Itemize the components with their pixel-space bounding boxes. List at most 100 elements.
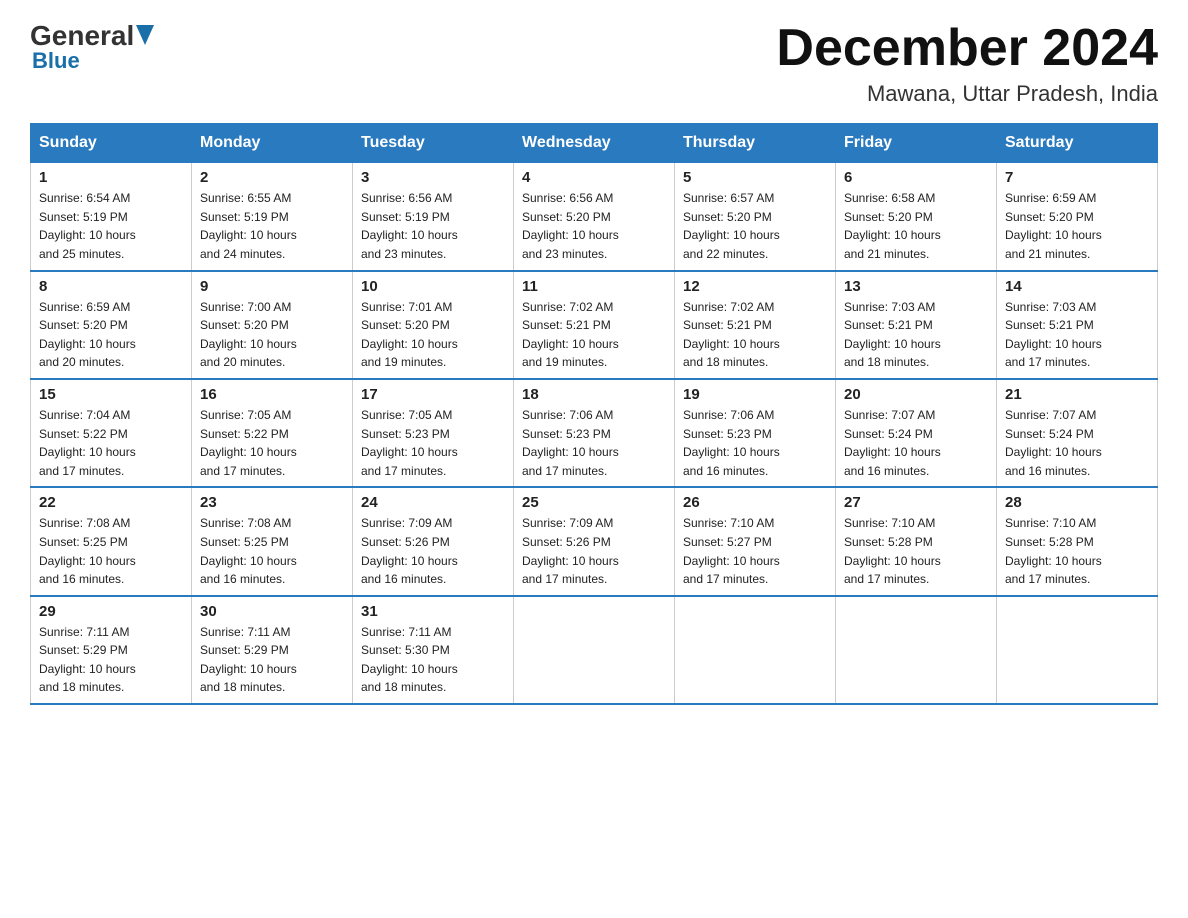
table-row: 27 Sunrise: 7:10 AM Sunset: 5:28 PM Dayl…: [836, 487, 997, 595]
calendar-week-row: 29 Sunrise: 7:11 AM Sunset: 5:29 PM Dayl…: [31, 596, 1158, 704]
table-row: 20 Sunrise: 7:07 AM Sunset: 5:24 PM Dayl…: [836, 379, 997, 487]
day-info: Sunrise: 7:08 AM Sunset: 5:25 PM Dayligh…: [200, 514, 344, 588]
calendar-week-row: 8 Sunrise: 6:59 AM Sunset: 5:20 PM Dayli…: [31, 271, 1158, 379]
day-number: 25: [522, 494, 666, 511]
day-info: Sunrise: 6:55 AM Sunset: 5:19 PM Dayligh…: [200, 189, 344, 263]
day-info: Sunrise: 6:59 AM Sunset: 5:20 PM Dayligh…: [39, 298, 183, 372]
day-number: 31: [361, 603, 505, 620]
day-info: Sunrise: 7:05 AM Sunset: 5:22 PM Dayligh…: [200, 406, 344, 480]
table-row: 16 Sunrise: 7:05 AM Sunset: 5:22 PM Dayl…: [192, 379, 353, 487]
table-row: 29 Sunrise: 7:11 AM Sunset: 5:29 PM Dayl…: [31, 596, 192, 704]
col-sunday: Sunday: [31, 124, 192, 163]
day-number: 18: [522, 386, 666, 403]
day-number: 9: [200, 278, 344, 295]
calendar-week-row: 1 Sunrise: 6:54 AM Sunset: 5:19 PM Dayli…: [31, 163, 1158, 271]
day-number: 3: [361, 169, 505, 186]
table-row: 26 Sunrise: 7:10 AM Sunset: 5:27 PM Dayl…: [675, 487, 836, 595]
day-info: Sunrise: 7:00 AM Sunset: 5:20 PM Dayligh…: [200, 298, 344, 372]
day-info: Sunrise: 7:06 AM Sunset: 5:23 PM Dayligh…: [522, 406, 666, 480]
calendar-table: Sunday Monday Tuesday Wednesday Thursday…: [30, 123, 1158, 705]
day-info: Sunrise: 7:06 AM Sunset: 5:23 PM Dayligh…: [683, 406, 827, 480]
table-row: 22 Sunrise: 7:08 AM Sunset: 5:25 PM Dayl…: [31, 487, 192, 595]
title-section: December 2024 Mawana, Uttar Pradesh, Ind…: [776, 20, 1158, 107]
day-number: 20: [844, 386, 988, 403]
day-info: Sunrise: 7:05 AM Sunset: 5:23 PM Dayligh…: [361, 406, 505, 480]
table-row: [514, 596, 675, 704]
table-row: 14 Sunrise: 7:03 AM Sunset: 5:21 PM Dayl…: [997, 271, 1158, 379]
day-info: Sunrise: 7:08 AM Sunset: 5:25 PM Dayligh…: [39, 514, 183, 588]
day-info: Sunrise: 7:07 AM Sunset: 5:24 PM Dayligh…: [844, 406, 988, 480]
table-row: [997, 596, 1158, 704]
table-row: 30 Sunrise: 7:11 AM Sunset: 5:29 PM Dayl…: [192, 596, 353, 704]
day-number: 5: [683, 169, 827, 186]
day-info: Sunrise: 7:10 AM Sunset: 5:27 PM Dayligh…: [683, 514, 827, 588]
month-title: December 2024: [776, 20, 1158, 77]
day-info: Sunrise: 7:01 AM Sunset: 5:20 PM Dayligh…: [361, 298, 505, 372]
table-row: 12 Sunrise: 7:02 AM Sunset: 5:21 PM Dayl…: [675, 271, 836, 379]
day-info: Sunrise: 6:54 AM Sunset: 5:19 PM Dayligh…: [39, 189, 183, 263]
table-row: 28 Sunrise: 7:10 AM Sunset: 5:28 PM Dayl…: [997, 487, 1158, 595]
logo-triangle-icon: [136, 25, 154, 45]
table-row: 3 Sunrise: 6:56 AM Sunset: 5:19 PM Dayli…: [353, 163, 514, 271]
table-row: 19 Sunrise: 7:06 AM Sunset: 5:23 PM Dayl…: [675, 379, 836, 487]
day-number: 2: [200, 169, 344, 186]
day-number: 16: [200, 386, 344, 403]
day-info: Sunrise: 7:07 AM Sunset: 5:24 PM Dayligh…: [1005, 406, 1149, 480]
day-info: Sunrise: 7:10 AM Sunset: 5:28 PM Dayligh…: [1005, 514, 1149, 588]
col-friday: Friday: [836, 124, 997, 163]
calendar-week-row: 15 Sunrise: 7:04 AM Sunset: 5:22 PM Dayl…: [31, 379, 1158, 487]
table-row: 24 Sunrise: 7:09 AM Sunset: 5:26 PM Dayl…: [353, 487, 514, 595]
day-info: Sunrise: 7:03 AM Sunset: 5:21 PM Dayligh…: [1005, 298, 1149, 372]
day-number: 30: [200, 603, 344, 620]
table-row: 23 Sunrise: 7:08 AM Sunset: 5:25 PM Dayl…: [192, 487, 353, 595]
day-number: 22: [39, 494, 183, 511]
day-info: Sunrise: 7:09 AM Sunset: 5:26 PM Dayligh…: [361, 514, 505, 588]
page-header: General Blue December 2024 Mawana, Uttar…: [30, 20, 1158, 107]
day-info: Sunrise: 7:02 AM Sunset: 5:21 PM Dayligh…: [522, 298, 666, 372]
day-number: 24: [361, 494, 505, 511]
day-number: 27: [844, 494, 988, 511]
table-row: 6 Sunrise: 6:58 AM Sunset: 5:20 PM Dayli…: [836, 163, 997, 271]
col-thursday: Thursday: [675, 124, 836, 163]
day-number: 11: [522, 278, 666, 295]
day-info: Sunrise: 6:57 AM Sunset: 5:20 PM Dayligh…: [683, 189, 827, 263]
day-info: Sunrise: 7:03 AM Sunset: 5:21 PM Dayligh…: [844, 298, 988, 372]
table-row: 7 Sunrise: 6:59 AM Sunset: 5:20 PM Dayli…: [997, 163, 1158, 271]
table-row: 5 Sunrise: 6:57 AM Sunset: 5:20 PM Dayli…: [675, 163, 836, 271]
table-row: 9 Sunrise: 7:00 AM Sunset: 5:20 PM Dayli…: [192, 271, 353, 379]
day-number: 10: [361, 278, 505, 295]
day-number: 26: [683, 494, 827, 511]
day-info: Sunrise: 7:10 AM Sunset: 5:28 PM Dayligh…: [844, 514, 988, 588]
day-number: 28: [1005, 494, 1149, 511]
day-number: 7: [1005, 169, 1149, 186]
location-title: Mawana, Uttar Pradesh, India: [776, 81, 1158, 107]
day-number: 15: [39, 386, 183, 403]
table-row: [675, 596, 836, 704]
calendar-week-row: 22 Sunrise: 7:08 AM Sunset: 5:25 PM Dayl…: [31, 487, 1158, 595]
table-row: [836, 596, 997, 704]
day-number: 17: [361, 386, 505, 403]
table-row: 11 Sunrise: 7:02 AM Sunset: 5:21 PM Dayl…: [514, 271, 675, 379]
col-tuesday: Tuesday: [353, 124, 514, 163]
day-number: 8: [39, 278, 183, 295]
day-number: 12: [683, 278, 827, 295]
day-number: 23: [200, 494, 344, 511]
day-info: Sunrise: 7:02 AM Sunset: 5:21 PM Dayligh…: [683, 298, 827, 372]
day-info: Sunrise: 6:56 AM Sunset: 5:20 PM Dayligh…: [522, 189, 666, 263]
table-row: 8 Sunrise: 6:59 AM Sunset: 5:20 PM Dayli…: [31, 271, 192, 379]
table-row: 15 Sunrise: 7:04 AM Sunset: 5:22 PM Dayl…: [31, 379, 192, 487]
logo-blue-text: Blue: [32, 48, 80, 74]
logo: General Blue: [30, 20, 156, 74]
table-row: 10 Sunrise: 7:01 AM Sunset: 5:20 PM Dayl…: [353, 271, 514, 379]
day-info: Sunrise: 7:09 AM Sunset: 5:26 PM Dayligh…: [522, 514, 666, 588]
table-row: 1 Sunrise: 6:54 AM Sunset: 5:19 PM Dayli…: [31, 163, 192, 271]
table-row: 4 Sunrise: 6:56 AM Sunset: 5:20 PM Dayli…: [514, 163, 675, 271]
day-info: Sunrise: 7:11 AM Sunset: 5:30 PM Dayligh…: [361, 623, 505, 697]
col-monday: Monday: [192, 124, 353, 163]
calendar-header-row: Sunday Monday Tuesday Wednesday Thursday…: [31, 124, 1158, 163]
col-saturday: Saturday: [997, 124, 1158, 163]
table-row: 18 Sunrise: 7:06 AM Sunset: 5:23 PM Dayl…: [514, 379, 675, 487]
col-wednesday: Wednesday: [514, 124, 675, 163]
day-number: 14: [1005, 278, 1149, 295]
table-row: 13 Sunrise: 7:03 AM Sunset: 5:21 PM Dayl…: [836, 271, 997, 379]
